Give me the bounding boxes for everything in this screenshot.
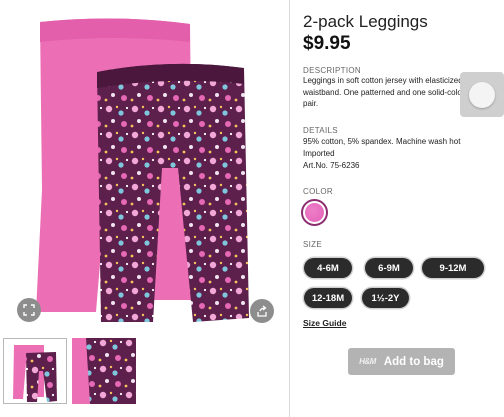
floating-button-knob xyxy=(469,81,495,108)
add-to-bag-button[interactable]: H&M Add to bag xyxy=(348,348,455,375)
share-icon xyxy=(257,305,267,317)
color-label: COLOR xyxy=(303,187,333,196)
floating-assistive-button[interactable] xyxy=(460,72,504,117)
size-label: SIZE xyxy=(303,240,322,249)
size-guide-link[interactable]: Size Guide xyxy=(303,318,346,328)
details-line: 95% cotton, 5% spandex. Machine wash hot xyxy=(303,137,461,146)
product-info-panel: 2-pack Leggings $9.95 DESCRIPTION Leggin… xyxy=(301,0,503,417)
details-line: Imported xyxy=(303,149,335,158)
description-label: DESCRIPTION xyxy=(303,66,361,75)
panel-divider xyxy=(289,0,290,417)
thumbnail-1[interactable] xyxy=(3,338,67,404)
thumbnail-2[interactable] xyxy=(72,338,136,404)
size-option-9-12m[interactable]: 9-12M xyxy=(422,258,484,278)
size-option-6-9m[interactable]: 6-9M xyxy=(365,258,413,278)
color-swatch-pink[interactable] xyxy=(301,199,328,226)
color-swatch-fill xyxy=(305,203,324,222)
expand-icon xyxy=(23,304,35,316)
expand-button[interactable] xyxy=(17,298,41,322)
add-to-bag-label: Add to bag xyxy=(383,355,444,368)
size-option-4-6m[interactable]: 4-6M xyxy=(304,258,352,278)
description-text: Leggings in soft cotton jersey with elas… xyxy=(303,76,474,108)
size-option-12-18m[interactable]: 12-18M xyxy=(304,288,352,308)
details-label: DETAILS xyxy=(303,126,338,135)
product-title: 2-pack Leggings xyxy=(303,12,428,31)
product-main-image[interactable] xyxy=(0,0,288,330)
share-button[interactable] xyxy=(250,299,274,323)
details-line: Art.No. 75-6236 xyxy=(303,161,360,170)
hm-logo: H&M xyxy=(359,357,376,366)
product-price: $9.95 xyxy=(303,33,351,54)
size-option-1-5-2y[interactable]: 1½-2Y xyxy=(362,288,409,308)
product-gallery xyxy=(0,0,288,417)
